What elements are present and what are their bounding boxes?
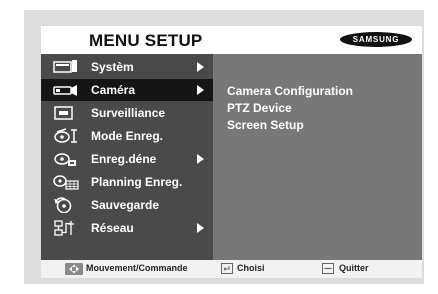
menu-item-record-mode[interactable]: Mode Enreg. (41, 125, 213, 147)
help-bar: Mouvement/Commande Choisi Quitter (41, 260, 422, 278)
backup-icon (53, 197, 79, 214)
exit-menu-icon (322, 263, 334, 276)
submenu-arrow-icon (197, 154, 204, 164)
monitor-icon (53, 105, 79, 121)
menu-item-label: Surveilliance (91, 106, 166, 120)
menu-item-backup[interactable]: Sauvegarde (41, 194, 213, 216)
menu-item-label: Sauvegarde (91, 198, 160, 212)
menu-item-event-record[interactable]: Enreg.déne (41, 148, 213, 170)
submenu-item-camera-configuration[interactable]: Camera Configuration (227, 84, 353, 98)
main-menu: Systèm Caméra Surveilliance Mode Enreg. (41, 54, 213, 260)
menu-item-schedule[interactable]: Planning Enreg. (41, 171, 213, 193)
menu-item-network[interactable]: Réseau (41, 217, 213, 239)
menu-item-label: Planning Enreg. (91, 175, 183, 189)
select-hint-label: Choisi (237, 263, 265, 273)
submenu-arrow-icon (197, 62, 204, 72)
menu-title: MENU SETUP (89, 31, 203, 50)
submenu-panel: Camera Configuration PTZ Device Screen S… (213, 54, 422, 260)
submenu-item-screen-setup[interactable]: Screen Setup (227, 118, 304, 132)
menu-item-label: Mode Enreg. (91, 129, 164, 143)
submenu-item-ptz-device[interactable]: PTZ Device (227, 101, 292, 115)
camera-icon (53, 82, 79, 98)
exit-hint-label: Quitter (339, 263, 369, 273)
samsung-logo: SAMSUNG (340, 32, 412, 47)
menu-panel: MENU SETUP SAMSUNG Systèm Caméra Surveil… (41, 26, 422, 278)
menu-item-label: Enreg.déne (91, 152, 157, 166)
menu-item-label: Caméra (91, 83, 136, 97)
move-hint-label: Mouvement/Commande (86, 263, 188, 273)
menu-item-label: Réseau (91, 221, 134, 235)
event-record-icon (53, 151, 79, 167)
menu-item-surveillance[interactable]: Surveilliance (41, 102, 213, 124)
enter-icon (221, 263, 233, 276)
menu-item-camera[interactable]: Caméra (41, 79, 213, 101)
menu-item-system[interactable]: Systèm (41, 56, 213, 78)
schedule-icon (53, 174, 79, 190)
submenu-arrow-icon (197, 223, 204, 233)
record-mode-icon (53, 128, 79, 144)
network-icon (53, 220, 79, 236)
move-arrows-icon (65, 263, 83, 277)
submenu-arrow-icon (197, 85, 204, 95)
menu-item-label: Systèm (91, 60, 134, 74)
system-icon (53, 59, 79, 75)
menu-header: MENU SETUP SAMSUNG (41, 26, 422, 54)
